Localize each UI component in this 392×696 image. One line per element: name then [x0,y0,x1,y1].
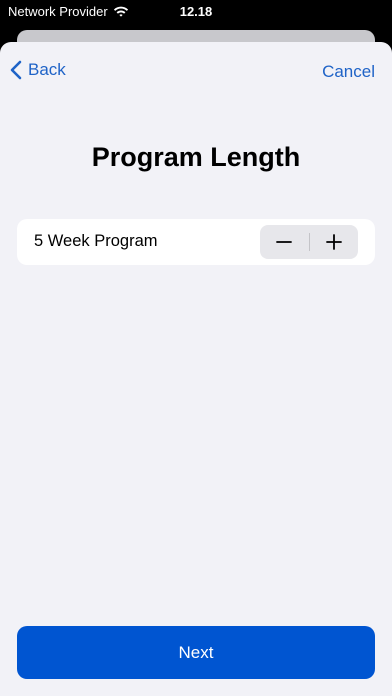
back-button[interactable]: Back [10,60,66,80]
program-length-label: 5 Week Program [34,232,158,250]
status-time: 12.18 [179,4,213,19]
decrement-button[interactable] [260,225,309,259]
back-button-label: Back [28,60,66,79]
chevron-left-icon [10,60,22,80]
modal-sheet: Back Cancel Program Length 5 Week Progra… [0,42,392,696]
navigation-bar: Back Cancel [0,42,392,100]
plus-icon [325,234,342,250]
program-length-row: 5 Week Program [17,219,375,265]
next-button[interactable]: Next [17,626,375,679]
minus-icon [276,234,293,250]
page-title: Program Length [91,142,301,172]
program-length-stepper [260,225,358,259]
cancel-button[interactable]: Cancel [322,62,375,82]
increment-button[interactable] [310,225,359,259]
status-bar: Network Provider 12.18 [0,0,392,26]
